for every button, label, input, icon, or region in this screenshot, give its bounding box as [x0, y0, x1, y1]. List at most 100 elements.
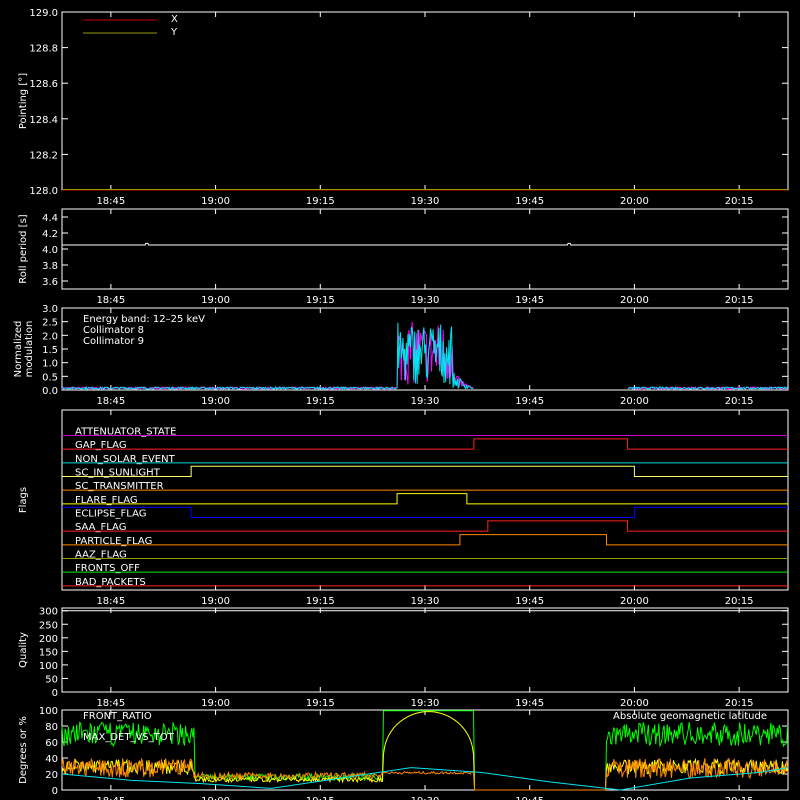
x-tick-label: 19:45 [515, 796, 544, 800]
y-tick-label: 0.5 [42, 372, 58, 383]
x-tick-label: 19:00 [201, 698, 230, 709]
flag-line-particle-flag [62, 534, 788, 546]
y-tick-label: 4.0 [42, 245, 58, 256]
panel-frame-5 [61, 709, 789, 791]
flag-label-eclipse-flag: ECLIPSE_FLAG [75, 509, 146, 520]
y-axis-label: Quality [18, 632, 29, 668]
x-tick-label: 20:15 [725, 698, 754, 709]
x-tick-label: 19:45 [515, 596, 544, 607]
y-tick-label: 100 [39, 661, 58, 672]
green-trace [61, 710, 789, 791]
x-tick-label: 19:00 [201, 196, 230, 207]
y-tick-label: 2.5 [42, 318, 58, 329]
figure: 18:45 19:00 19:15 19:30 19:45 20:00 20:15 128.0… [13, 8, 789, 800]
legend-label-Y: Y [170, 27, 178, 38]
y-tick-label: 1.0 [42, 359, 58, 370]
x-tick-label: 19:00 [201, 295, 230, 306]
x-tick-label: 19:30 [411, 196, 440, 207]
y-tick-label: 128.4 [29, 115, 58, 126]
y-tick-label: 128.8 [29, 44, 58, 55]
flag-line-gap-flag [62, 438, 788, 450]
flag-line-eclipse-flag [62, 506, 788, 519]
x-tick-label: 18:45 [96, 796, 125, 800]
y-axis-label: Roll period [s] [18, 214, 29, 283]
y-tick-label: 40 [45, 754, 58, 765]
x-tick-label: 19:15 [306, 396, 335, 407]
x-tick-label: 20:15 [725, 596, 754, 607]
y-tick-label: 0.0 [42, 386, 58, 397]
y-tick-label: 3.0 [42, 304, 58, 315]
y-tick-label: 0 [52, 786, 58, 797]
y-tick-label: 50 [45, 674, 58, 685]
y-tick-label: 128.6 [29, 79, 58, 90]
legend-label-geomagnetic-latitude: Absolute geomagnetic latitude [613, 711, 767, 722]
x-tick-label: 18:45 [96, 295, 125, 306]
x-tick-label: 18:45 [96, 396, 125, 407]
y-axis-label: Flags [18, 487, 29, 513]
y-axis-label: Pointing [°] [18, 73, 29, 129]
y-tick-label: 0 [52, 688, 58, 699]
x-tick-label: 20:00 [620, 196, 649, 207]
x-tick-label: 20:15 [725, 796, 754, 800]
x-tick-label: 20:15 [725, 295, 754, 306]
y-axis-label: Degrees or % [18, 716, 29, 784]
x-tick-label: 19:15 [306, 698, 335, 709]
x-tick-label: 19:15 [306, 295, 335, 306]
x-tick-label: 20:15 [725, 396, 754, 407]
y-tick-label: 3.8 [42, 261, 58, 272]
x-tick-label: 19:30 [411, 698, 440, 709]
y-axis-label: modulation [24, 321, 35, 378]
panel-frame-1 [61, 208, 789, 290]
y-axis-label: Normalized [13, 321, 24, 378]
y-tick-label: 150 [39, 647, 58, 658]
x-tick-label: 19:00 [201, 396, 230, 407]
x-tick-label: 19:00 [201, 596, 230, 607]
x-tick-label: 20:00 [620, 295, 649, 306]
y-tick-label: 80 [45, 722, 58, 733]
y-tick-label: 60 [45, 738, 58, 749]
x-tick-label: 18:45 [96, 596, 125, 607]
x-tick-label: 19:15 [306, 596, 335, 607]
x-tick-label: 18:45 [96, 196, 125, 207]
y-tick-label: 2.0 [42, 331, 58, 342]
x-tick-label: 18:45 [96, 698, 125, 709]
x-tick-label: 19:15 [306, 796, 335, 800]
x-tick-label: 19:30 [411, 295, 440, 306]
legend-label-front-ratio: FRONT_RATIO [83, 711, 152, 722]
legend-label-collimator-9: Collimator 9 [83, 336, 144, 347]
panel-frame-4 [61, 607, 789, 693]
flag-line-flare-flag [62, 493, 788, 505]
x-tick-label: 19:45 [515, 698, 544, 709]
x-tick-label: 19:00 [201, 796, 230, 800]
legend-label-collimator-8: Collimator 8 [83, 325, 144, 336]
x-tick-label: 19:45 [515, 396, 544, 407]
x-tick-label: 19:15 [306, 196, 335, 207]
y-tick-label: 4.4 [42, 213, 58, 224]
x-tick-label: 19:30 [411, 796, 440, 800]
legend-title: Energy band: 12–25 keV [83, 314, 205, 325]
x-tick-label: 20:00 [620, 796, 649, 800]
x-tick-label: 19:30 [411, 396, 440, 407]
y-tick-label: 1.5 [42, 345, 58, 356]
roll-period-line [62, 242, 788, 246]
legend-label-max-det-vs-tot: MAX_DET_VS_TOT [83, 732, 175, 743]
x-tick-label: 20:00 [620, 396, 649, 407]
y-tick-label: 3.6 [42, 277, 58, 288]
y-tick-label: 250 [39, 620, 58, 631]
x-tick-label: 19:30 [411, 596, 440, 607]
y-tick-label: 4.2 [42, 229, 58, 240]
front-ratio-trace [61, 711, 789, 791]
x-tick-label: 20:00 [620, 698, 649, 709]
flag-line-saa-flag [62, 520, 788, 532]
panel-frame-0 [61, 11, 789, 191]
legend-label-X: X [171, 14, 178, 25]
y-tick-label: 20 [45, 770, 58, 781]
y-tick-label: 129.0 [29, 8, 58, 19]
x-tick-label: 20:00 [620, 596, 649, 607]
x-tick-label: 19:45 [515, 295, 544, 306]
y-tick-label: 300 [39, 607, 58, 618]
y-tick-label: 100 [39, 706, 58, 717]
y-tick-label: 128.0 [29, 186, 58, 197]
y-tick-label: 128.2 [29, 150, 58, 161]
y-tick-label: 200 [39, 634, 58, 645]
